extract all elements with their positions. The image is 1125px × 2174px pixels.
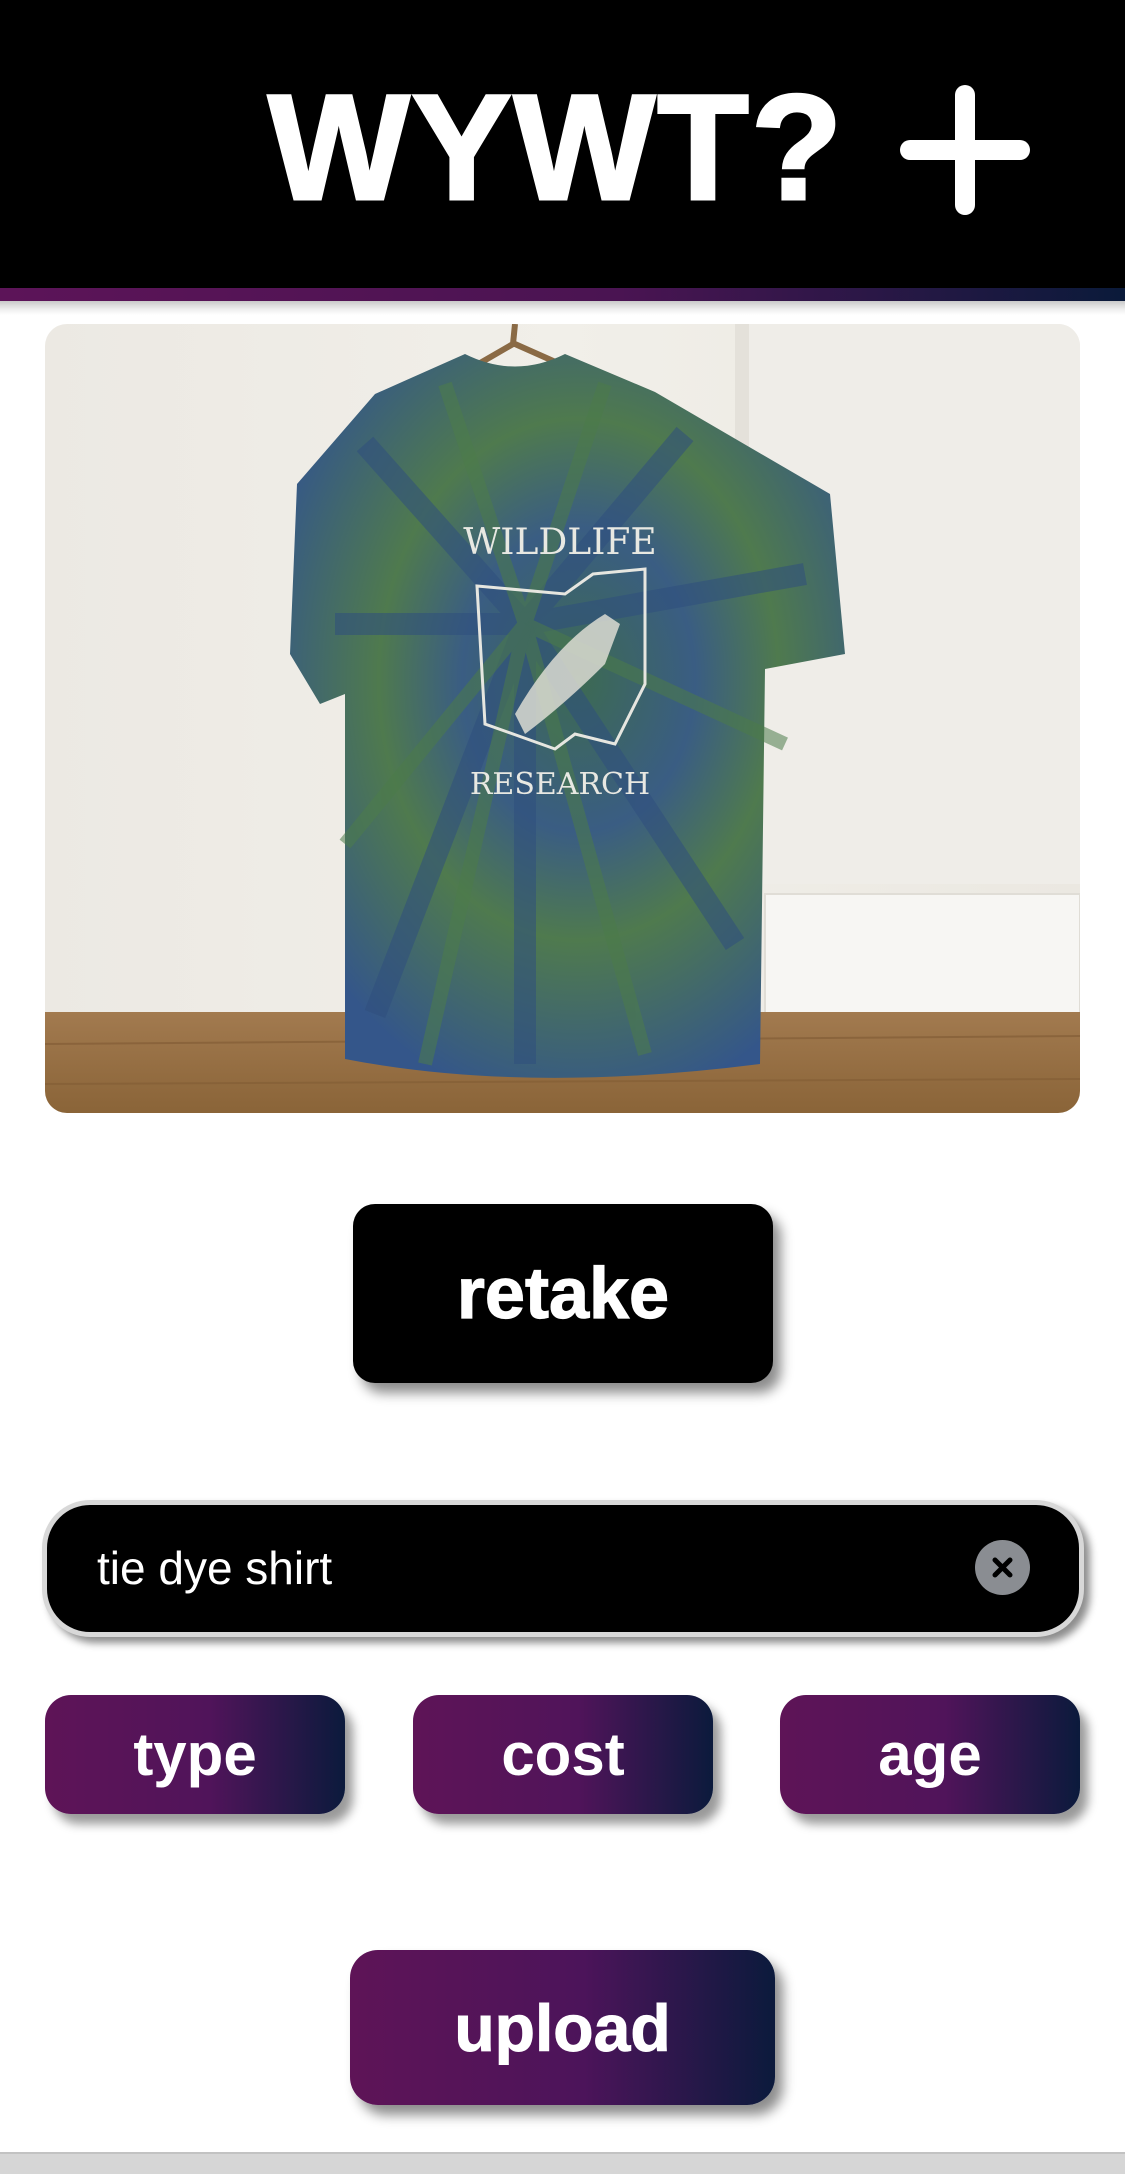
app-title: WYWT?: [266, 63, 845, 231]
app-header: WYWT?: [0, 0, 1125, 288]
header-shadow: [0, 301, 1125, 315]
cost-filter-button[interactable]: cost: [413, 1695, 713, 1814]
shirt-print-bottom: RESEARCH: [470, 767, 650, 802]
clear-search-button[interactable]: [975, 1540, 1030, 1595]
header-accent-bar: [0, 288, 1125, 301]
retake-button[interactable]: retake: [353, 1204, 773, 1383]
bottom-bar: [0, 2152, 1125, 2174]
search-field[interactable]: tie dye shirt: [42, 1500, 1084, 1637]
add-button[interactable]: [900, 85, 1030, 215]
close-icon: [992, 1557, 1013, 1578]
search-input-value[interactable]: tie dye shirt: [97, 1505, 332, 1632]
upload-button[interactable]: upload: [350, 1950, 775, 2105]
type-filter-button[interactable]: type: [45, 1695, 345, 1814]
captured-photo: WILDLIFE RESEARCH: [45, 324, 1080, 1113]
age-filter-button[interactable]: age: [780, 1695, 1080, 1814]
shirt-print-top: WILDLIFE: [463, 522, 656, 563]
plus-icon: [900, 85, 1030, 215]
